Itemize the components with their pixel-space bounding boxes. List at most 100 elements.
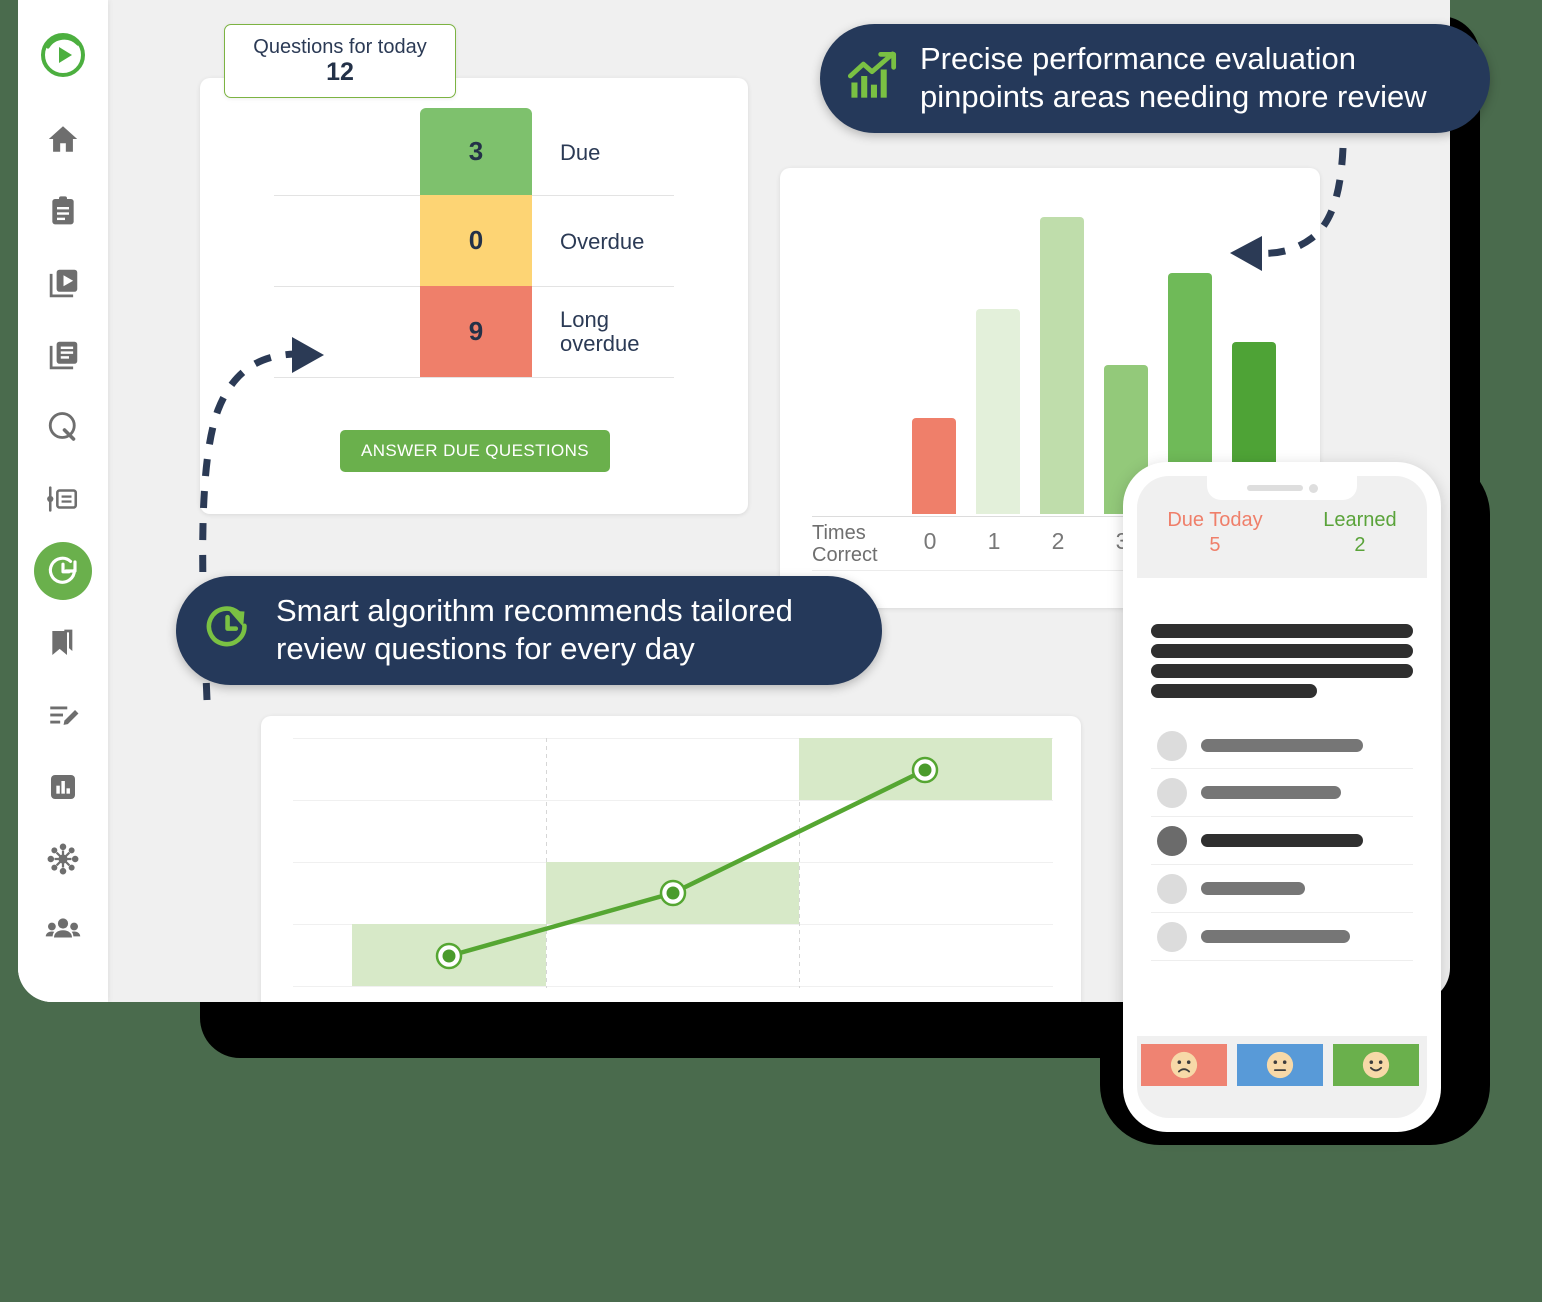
x-tick-1: 1 (987, 528, 1001, 554)
bookmark-icon (52, 629, 73, 655)
bar-1[interactable] (976, 309, 1020, 514)
trend-line (435, 756, 939, 970)
divider (1151, 912, 1413, 913)
edit-list-icon (50, 706, 79, 725)
front-camera-icon (1308, 483, 1318, 493)
bar-chart-icon (51, 775, 75, 799)
answer-due-questions-button[interactable]: ANSWER DUE QUESTIONS (340, 430, 610, 472)
radio-icon (1157, 922, 1187, 952)
rating-bar (1137, 1036, 1427, 1118)
option-text-placeholder (1201, 930, 1350, 943)
stat-due-today: Due Today 5 (1167, 508, 1262, 558)
sidebar-item-assignments[interactable] (34, 182, 92, 240)
segment-label-long-overdue: Long overdue (560, 307, 640, 357)
sidebar-item-questions[interactable] (34, 398, 92, 456)
option-text-placeholder (1201, 834, 1363, 847)
review-clock-icon (48, 556, 77, 584)
sidebar-item-statistics[interactable] (34, 758, 92, 816)
documents-icon (49, 341, 77, 369)
x-tick-2: 2 (1051, 528, 1065, 554)
divider (1151, 864, 1413, 865)
phone-notch (1207, 476, 1357, 500)
divider (1151, 960, 1413, 961)
callout-text: Precise performance evaluation pinpoints… (920, 41, 1427, 115)
bar-2[interactable] (1040, 217, 1084, 514)
status-segment-due[interactable]: 3 (420, 108, 532, 195)
sidebar-item-logo[interactable] (34, 26, 92, 84)
users-icon (45, 918, 81, 938)
option-text-placeholder (1201, 739, 1363, 752)
answer-option-row[interactable] (1151, 914, 1413, 960)
badge-title: Questions for today (253, 35, 427, 58)
option-text-placeholder (1201, 786, 1341, 799)
option-text-placeholder (1201, 882, 1305, 895)
sidebar-item-home[interactable] (34, 110, 92, 168)
question-text-placeholder (1151, 624, 1413, 638)
stat-label: Learned (1323, 509, 1397, 531)
callout-smart-algorithm: Smart algorithm recommends tailored revi… (176, 576, 882, 685)
callout-performance: Precise performance evaluation pinpoints… (820, 24, 1490, 133)
question-text-placeholder (1151, 644, 1413, 658)
phone-screen: Due Today 5 Learned 2 (1137, 476, 1427, 1118)
x-tick-0: 0 (923, 528, 937, 554)
sad-face-icon (1170, 1051, 1198, 1079)
progress-line-chart-card (261, 716, 1081, 1002)
neutral-face-icon (1266, 1051, 1294, 1079)
sidebar-item-review[interactable] (34, 542, 92, 600)
radio-icon (1157, 731, 1187, 761)
radio-icon (1157, 778, 1187, 808)
rate-hard-button[interactable] (1141, 1044, 1227, 1086)
segment-count: 0 (468, 225, 484, 255)
segment-count: 3 (468, 136, 484, 166)
question-text-placeholder (1151, 664, 1413, 678)
sidebar-item-notes[interactable] (34, 686, 92, 744)
rate-medium-button[interactable] (1237, 1044, 1323, 1086)
radio-icon-selected (1157, 826, 1187, 856)
stat-value: 2 (1354, 534, 1366, 556)
segment-count: 9 (468, 316, 484, 346)
clipboard-icon (52, 196, 74, 225)
question-text-placeholder (1151, 684, 1317, 698)
speaker-grille-icon (1246, 485, 1303, 491)
list-settings-icon (47, 486, 78, 512)
stat-value: 5 (1209, 534, 1221, 556)
status-segment-overdue[interactable]: 0 (420, 195, 532, 286)
sidebar-item-settings-list[interactable] (34, 470, 92, 528)
divider (1151, 768, 1413, 769)
callout-text: Smart algorithm recommends tailored revi… (276, 593, 793, 667)
x-axis-label: Times Correct (812, 522, 878, 567)
clock-refresh-icon (202, 602, 254, 659)
due-questions-card: 3 0 9 Due Overdue Long overdue ANSWER DU… (200, 78, 748, 514)
sidebar-item-bookmarks[interactable] (34, 614, 92, 672)
sidebar (18, 0, 108, 1002)
answer-option-row[interactable] (1151, 770, 1413, 816)
line-chart-plot (293, 738, 1053, 988)
phone-mockup: Due Today 5 Learned 2 (1123, 462, 1441, 1132)
divider (1151, 816, 1413, 817)
answer-option-row[interactable] (1151, 723, 1413, 769)
bar-chart-trend-icon (846, 50, 898, 107)
home-icon (48, 126, 78, 152)
question-q-icon (48, 412, 76, 441)
sidebar-item-documents[interactable] (34, 326, 92, 384)
radio-icon (1157, 874, 1187, 904)
divider (274, 377, 674, 378)
stat-label: Due Today (1167, 509, 1263, 531)
screenshot-stage: 3 0 9 Due Overdue Long overdue ANSWER DU… (0, 0, 1542, 1302)
sidebar-item-videos[interactable] (34, 254, 92, 312)
rate-easy-button[interactable] (1333, 1044, 1419, 1086)
sidebar-item-groups[interactable] (34, 902, 92, 960)
happy-face-icon (1362, 1051, 1390, 1079)
answer-option-row-selected[interactable] (1151, 818, 1413, 864)
badge-value: 12 (326, 57, 354, 86)
sidebar-item-network[interactable] (34, 830, 92, 888)
network-nodes-icon (47, 843, 79, 875)
stat-learned: Learned 2 (1323, 508, 1396, 558)
bar-0[interactable] (912, 418, 956, 514)
video-library-icon (49, 269, 77, 297)
answer-option-row[interactable] (1151, 866, 1413, 912)
segment-label-due: Due (560, 140, 601, 165)
questions-for-today-badge: Questions for today 12 (224, 24, 456, 98)
status-segment-long-overdue[interactable]: 9 (420, 286, 532, 377)
segment-label-overdue: Overdue (560, 229, 645, 254)
